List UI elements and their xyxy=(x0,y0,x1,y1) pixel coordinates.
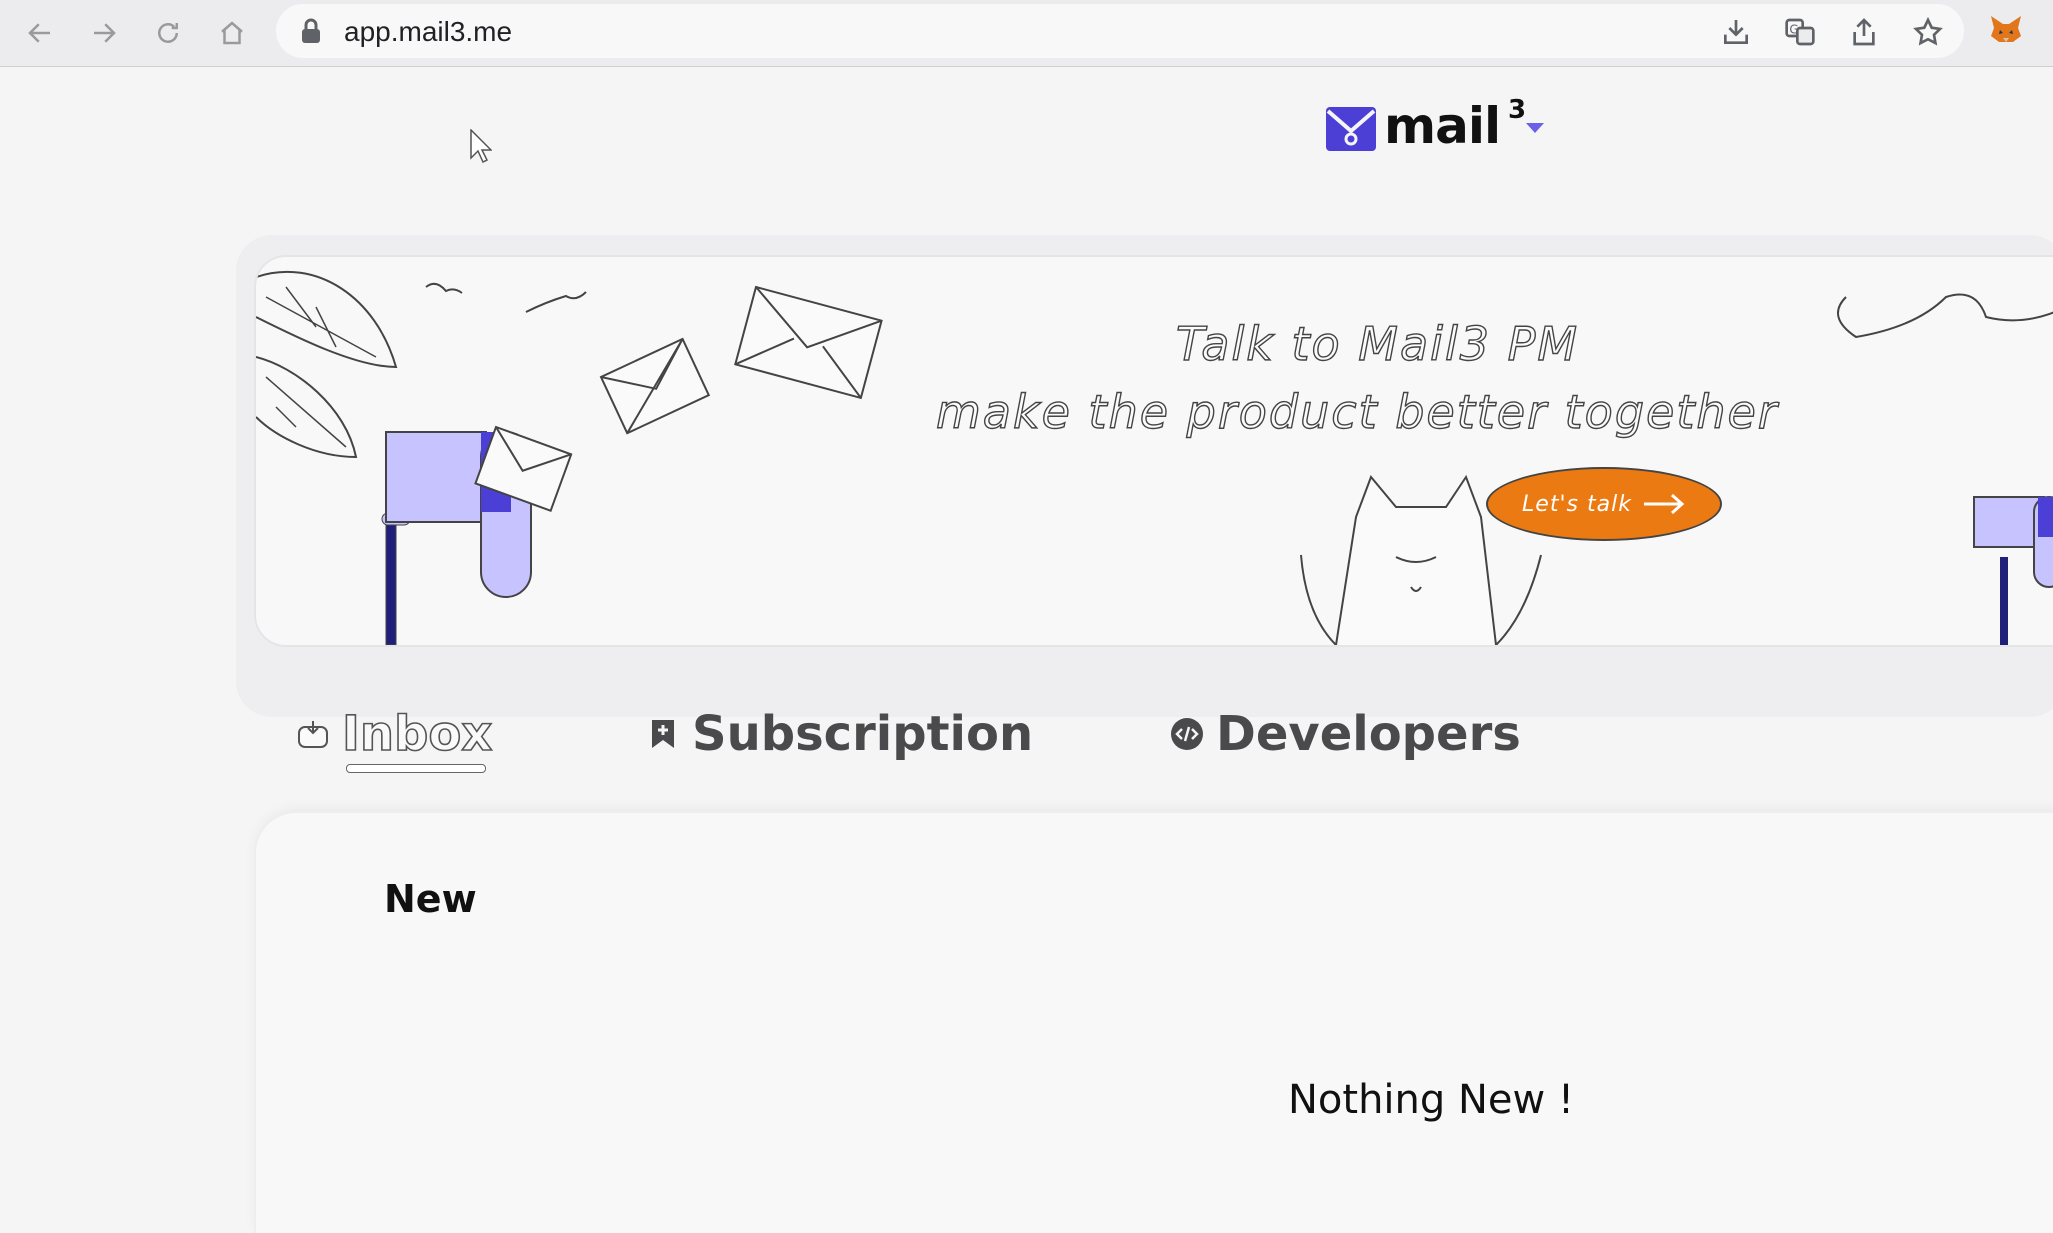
tab-inbox-label: Inbox xyxy=(341,705,493,763)
forward-icon xyxy=(94,23,116,43)
translate-icon[interactable]: G xyxy=(1784,16,1816,48)
empty-state-message: Nothing New ! xyxy=(1288,1077,1574,1123)
back-button[interactable] xyxy=(20,14,60,52)
inbox-card: New Nothing New ! xyxy=(256,813,2053,1233)
section-title: New xyxy=(384,877,477,921)
home-button[interactable] xyxy=(212,14,252,52)
lets-talk-label: Let's talk xyxy=(1522,491,1632,517)
logo-superscript: 3 xyxy=(1508,95,1527,125)
tab-inbox[interactable]: Inbox xyxy=(296,699,493,769)
back-icon xyxy=(28,23,50,43)
address-bar[interactable]: app.mail3.me G xyxy=(276,4,1964,58)
home-icon xyxy=(221,21,243,45)
tab-developers-label: Developers xyxy=(1216,706,1521,762)
browser-toolbar: app.mail3.me G xyxy=(0,0,2053,67)
reload-icon xyxy=(158,23,178,43)
tab-subscription-label: Subscription xyxy=(692,706,1034,762)
banner-illustration xyxy=(256,270,2053,645)
svg-text:G: G xyxy=(1789,22,1798,36)
promo-banner[interactable]: Talk to Mail3 PM make the product better… xyxy=(256,257,2053,645)
metamask-fox-icon[interactable] xyxy=(1988,12,2024,48)
active-tab-indicator xyxy=(346,764,486,773)
banner-headline: Talk to Mail3 PM xyxy=(1175,316,1580,371)
mouse-cursor-icon xyxy=(470,129,492,163)
caret-down-icon[interactable] xyxy=(1526,123,1544,135)
bookmark-star-icon[interactable] xyxy=(1912,16,1944,48)
tab-developers[interactable]: Developers xyxy=(1170,699,1521,769)
page: mail 3 Talk to Mail3 PM make the product… xyxy=(0,67,2053,1233)
logo-text: mail xyxy=(1384,97,1501,155)
lets-talk-button[interactable]: Let's talk xyxy=(1486,467,1722,541)
reload-button[interactable] xyxy=(148,14,188,52)
forward-button[interactable] xyxy=(84,14,124,52)
inbox-icon xyxy=(298,721,328,748)
arrow-right-icon xyxy=(1643,493,1685,515)
lock-icon xyxy=(302,18,320,43)
install-icon[interactable] xyxy=(1720,16,1752,48)
code-icon xyxy=(1171,718,1203,750)
banner-subheadline: make the product better together xyxy=(935,384,1779,439)
bookmark-icon xyxy=(652,720,674,748)
tab-subscription[interactable]: Subscription xyxy=(646,699,1033,769)
url-text: app.mail3.me xyxy=(344,16,513,47)
mail3-logo-icon xyxy=(1326,107,1376,151)
share-icon[interactable] xyxy=(1848,16,1880,48)
